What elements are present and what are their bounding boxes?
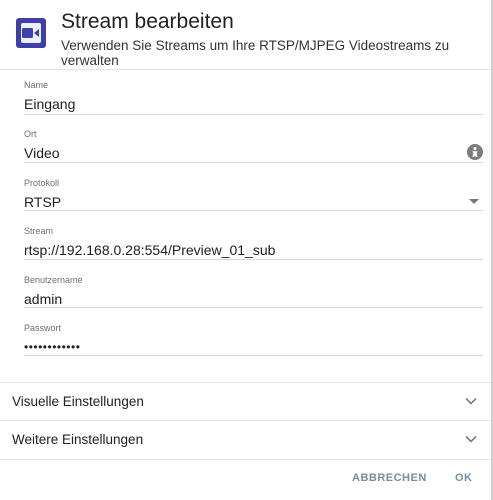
protokoll-underline [24,210,483,211]
name-underline [24,114,483,115]
ort-field[interactable]: Ort Video [24,129,483,165]
stream-edit-dialog: Stream bearbeiten Verwenden Sie Streams … [0,0,493,500]
name-field[interactable]: Name Eingang [24,80,483,116]
stream-url-input[interactable]: rtsp://192.168.0.28:554/Preview_01_sub [24,242,483,258]
benutzername-input[interactable]: admin [24,291,483,307]
section-visuelle-einstellungen[interactable]: Visuelle Einstellungen [0,382,493,421]
protokoll-select[interactable]: Protokoll RTSP [24,178,483,214]
video-camera-icon [16,18,46,48]
ok-button[interactable]: OK [455,472,473,484]
name-label: Name [24,80,49,90]
dialog-subtitle: Verwenden Sie Streams um Ihre RTSP/MJPEG… [61,38,450,68]
section-weitere-einstellungen[interactable]: Weitere Einstellungen [0,420,493,459]
benutzername-label: Benutzername [24,275,83,285]
dialog-header: Stream bearbeiten Verwenden Sie Streams … [0,0,493,70]
passwort-label: Passwort [24,323,62,333]
stream-field[interactable]: Stream rtsp://192.168.0.28:554/Preview_0… [24,226,483,262]
section-label: Visuelle Einstellungen [12,394,144,409]
chevron-down-icon [465,397,477,405]
stream-underline [24,259,483,260]
passwort-input[interactable]: •••••••••••• [24,340,483,354]
benutzername-field[interactable]: Benutzername admin [24,275,483,311]
dropdown-arrow-icon[interactable] [469,199,479,204]
protokoll-value[interactable]: RTSP [24,194,483,210]
ort-input[interactable]: Video [24,145,483,161]
name-input[interactable]: Eingang [24,96,483,112]
chevron-down-icon [465,435,477,443]
section-label: Weitere Einstellungen [12,432,144,447]
protokoll-label: Protokoll [24,178,60,188]
info-icon[interactable] [467,144,483,160]
ort-label: Ort [24,129,37,139]
passwort-field[interactable]: Passwort •••••••••••• [24,323,483,359]
stream-label: Stream [24,226,54,236]
cancel-button[interactable]: ABBRECHEN [352,472,427,484]
passwort-underline [24,355,483,356]
ort-underline [24,162,483,163]
dialog-title: Stream bearbeiten [61,10,234,33]
footer-divider [0,459,493,460]
benutzername-underline [24,307,483,308]
